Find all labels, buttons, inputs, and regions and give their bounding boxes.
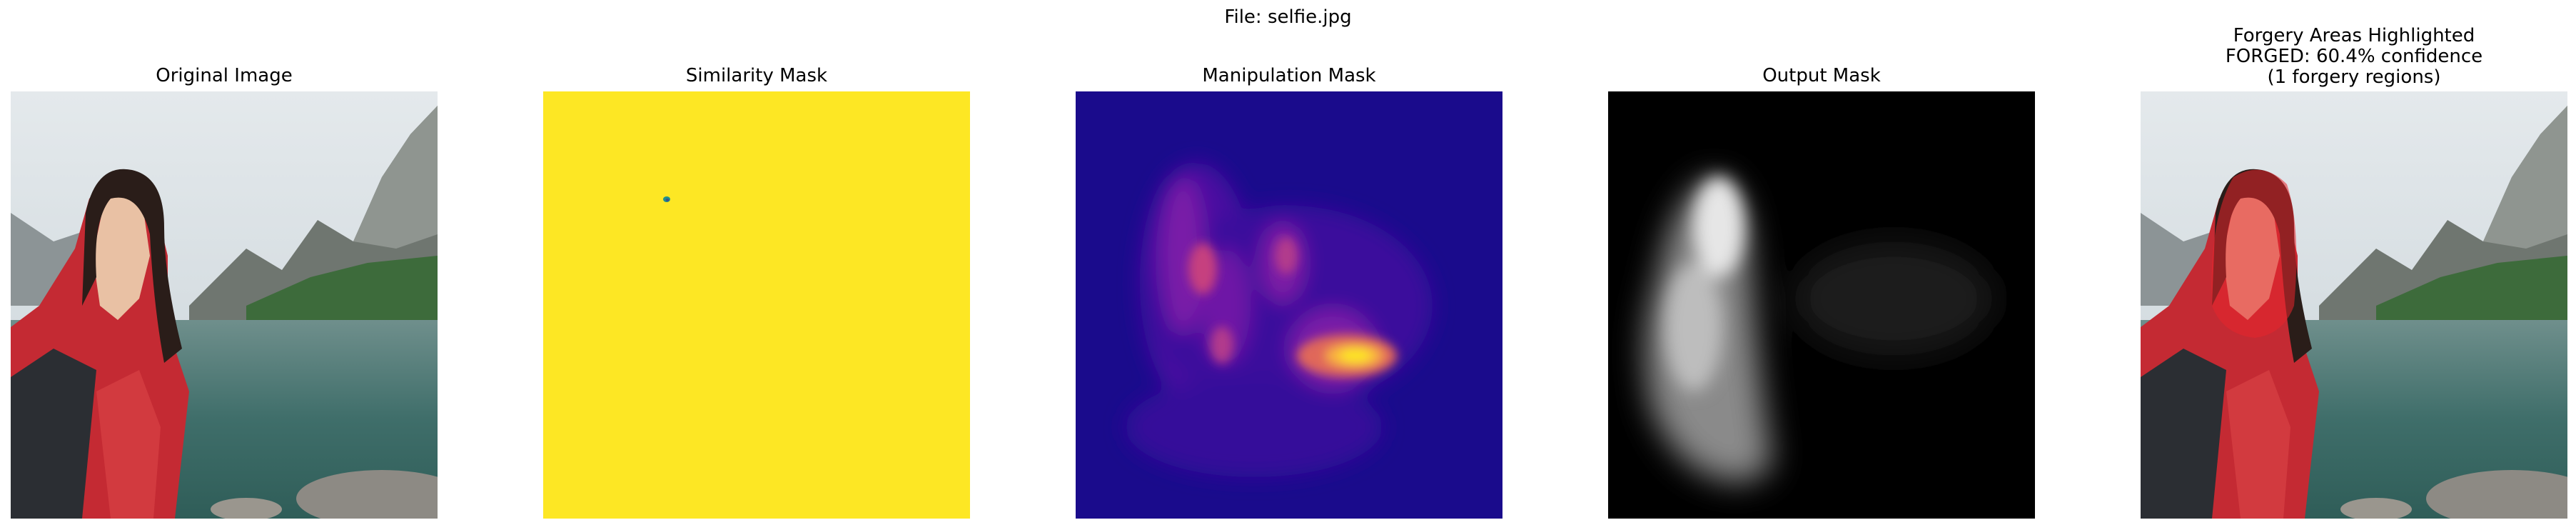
forgery-title-line-1: Forgery Areas Highlighted bbox=[2233, 25, 2475, 46]
manipulation-mask-panel bbox=[1076, 91, 1502, 519]
panel-title-forgery: Forgery Areas Highlighted FORGED: 60.4% … bbox=[2104, 26, 2576, 88]
forgery-title-line-3: (1 forgery regions) bbox=[2267, 66, 2441, 88]
forgery-highlight-image bbox=[2141, 91, 2567, 519]
similarity-mask-panel bbox=[543, 91, 970, 519]
forgery-title-line-2: FORGED: 60.4% confidence bbox=[2225, 46, 2483, 67]
output-mask bbox=[1608, 91, 2035, 519]
original-image-panel bbox=[11, 91, 438, 519]
manipulation-mask bbox=[1076, 91, 1502, 519]
panel-title-original: Original Image bbox=[156, 65, 293, 86]
panel-title-manipulation: Manipulation Mask bbox=[1202, 65, 1376, 86]
similarity-mask bbox=[543, 91, 970, 519]
panel-title-similarity: Similarity Mask bbox=[685, 65, 828, 86]
forgery-highlight-panel bbox=[2141, 91, 2567, 519]
output-mask-panel bbox=[1608, 91, 2035, 519]
panel-title-output: Output Mask bbox=[1762, 65, 1881, 86]
original-image bbox=[11, 91, 438, 519]
